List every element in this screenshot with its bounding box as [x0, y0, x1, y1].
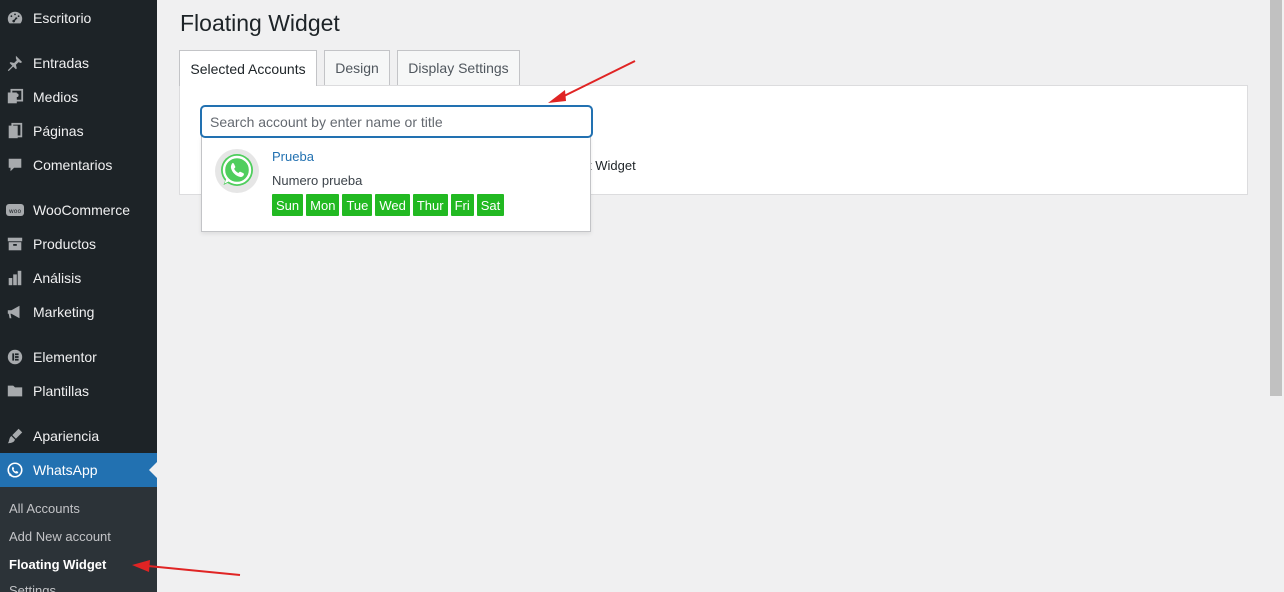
comment-icon — [5, 155, 25, 175]
sidebar-item-plantillas[interactable]: Plantillas — [0, 374, 157, 408]
account-search-input[interactable] — [201, 106, 592, 137]
pages-icon — [5, 121, 25, 141]
chart-icon — [5, 268, 25, 288]
sidebar-item-label: Plantillas — [33, 383, 90, 399]
sidebar-item-entradas[interactable]: Entradas — [0, 46, 157, 80]
scrollbar-thumb[interactable] — [1270, 0, 1282, 396]
media-icon — [5, 87, 25, 107]
sidebar-item-productos[interactable]: Productos — [0, 227, 157, 261]
sidebar-item-label: Análisis — [33, 270, 82, 286]
sidebar-item-label: Entradas — [33, 55, 90, 71]
sidebar-item-label: Escritorio — [33, 10, 92, 26]
whatsapp-submenu: All Accounts Add New account Floating Wi… — [0, 487, 157, 592]
sidebar-item-label: WooCommerce — [33, 202, 130, 218]
admin-sidebar: Escritorio Entradas Medios Páginas Comen… — [0, 0, 157, 592]
submenu-settings[interactable]: Settings — [9, 583, 56, 592]
sidebar-item-label: Productos — [33, 236, 97, 252]
whatsapp-icon — [5, 460, 25, 480]
pin-icon — [5, 53, 25, 73]
sidebar-item-label: Medios — [33, 89, 79, 105]
sidebar-item-analisis[interactable]: Análisis — [0, 261, 157, 295]
tab-selected-accounts[interactable]: Selected Accounts — [179, 50, 317, 86]
sidebar-item-marketing[interactable]: Marketing — [0, 295, 157, 329]
submenu-all-accounts[interactable]: All Accounts — [9, 501, 80, 516]
day-badge-sun: Sun — [272, 194, 304, 216]
brush-icon — [5, 426, 25, 446]
sidebar-item-apariencia[interactable]: Apariencia — [0, 419, 157, 453]
sidebar-item-comentarios[interactable]: Comentarios — [0, 148, 157, 182]
partially-hidden-label: t Widget — [588, 158, 636, 173]
sidebar-item-escritorio[interactable]: Escritorio — [0, 1, 157, 35]
page-title: Floating Widget — [180, 10, 340, 36]
day-badge-mon: Mon — [306, 194, 340, 216]
page-scrollbar[interactable] — [1270, 0, 1284, 592]
day-badge-sat: Sat — [476, 194, 505, 216]
whatsapp-icon — [214, 148, 260, 194]
day-badge-fri: Fri — [450, 194, 474, 216]
archive-icon — [5, 234, 25, 254]
day-badge-thur: Thur — [412, 194, 448, 216]
dashboard-icon — [5, 8, 25, 28]
sidebar-item-paginas[interactable]: Páginas — [0, 114, 157, 148]
tab-display-settings[interactable]: Display Settings — [397, 50, 520, 85]
elementor-icon — [5, 347, 25, 367]
sidebar-item-whatsapp[interactable]: WhatsApp — [0, 453, 157, 487]
megaphone-icon — [5, 302, 25, 322]
search-results-dropdown: Prueba Numero prueba Sun Mon Tue Wed Thu… — [201, 136, 591, 232]
sidebar-item-medios[interactable]: Medios — [0, 80, 157, 114]
day-badge-tue: Tue — [342, 194, 373, 216]
submenu-floating-widget[interactable]: Floating Widget — [9, 557, 106, 572]
sidebar-item-label: Apariencia — [33, 428, 100, 444]
submenu-add-new-account[interactable]: Add New account — [9, 529, 111, 544]
svg-text:woo: woo — [9, 208, 22, 215]
sidebar-item-label: Comentarios — [33, 157, 113, 173]
sidebar-item-label: Elementor — [33, 349, 97, 365]
tab-design[interactable]: Design — [324, 50, 390, 85]
woo-icon: woo — [5, 200, 25, 220]
sidebar-item-woocommerce[interactable]: woo WooCommerce — [0, 193, 157, 227]
folder-icon — [5, 381, 25, 401]
day-badge-wed: Wed — [375, 194, 410, 216]
sidebar-item-elementor[interactable]: Elementor — [0, 340, 157, 374]
availability-days: Sun Mon Tue Wed Thur Fri Sat — [272, 194, 505, 216]
account-name: Prueba — [272, 149, 314, 164]
sidebar-item-label: WhatsApp — [33, 462, 98, 478]
sidebar-item-label: Páginas — [33, 123, 84, 139]
sidebar-item-label: Marketing — [33, 304, 95, 320]
account-title: Numero prueba — [272, 173, 363, 188]
